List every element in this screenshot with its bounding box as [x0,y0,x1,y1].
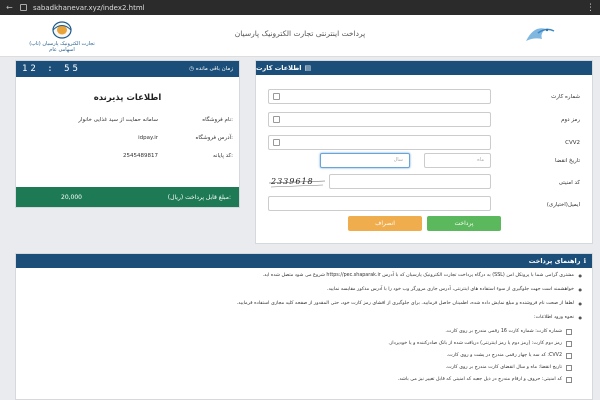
store-name-value: سامانه حمایت از سید غذایی خانوار [78,117,158,123]
logo-text-line2: اسهامی عام [49,47,75,53]
captcha-input[interactable] [329,174,491,189]
card-info-panel: ▤ اطلاعات کارت [255,60,593,244]
email-input[interactable] [268,196,491,211]
card-info-heading: اطلاعات کارت [256,64,302,72]
captcha-text: 2339618 [271,177,314,186]
card-number-label: شماره کارت [551,94,580,100]
page-title: پرداخت اینترنتی تجارت الکترونیک پارسیان [234,29,366,38]
email-label: ایمیل(اختیاری) [546,202,580,208]
cvv2-input[interactable] [268,135,491,150]
shaparak-logo [516,21,562,49]
virtual-keyboard-icon[interactable] [273,116,280,123]
timer-label: ◷ زمان باقی مانده [189,66,233,72]
store-address-value: idpay.ir [138,135,158,141]
guide-item: مشتری گرامی شما با پروتکل امن (SSL) به د… [27,272,582,280]
shaparak-bird-icon [526,28,555,41]
merchant-info-panel: 12 : 55 ◷ زمان باقی مانده اطلاعات پذیرند… [15,60,240,208]
cancel-button[interactable]: انصراف [348,216,422,231]
captcha-label: کد امنیتی [558,180,580,186]
password-label: رمز دوم [561,117,580,123]
card-icon: ▤ [304,64,312,72]
password-input[interactable] [268,112,491,127]
card-icon [566,329,572,335]
store-address-row: آدرس فروشگاه: idpay.ir [23,135,233,145]
card-icon [566,365,572,371]
guide-item: لطفا از صحت نام فروشنده و مبلغ نمایش داد… [27,300,582,308]
expiry-year-placeholder: سال [393,157,403,163]
payment-guide-panel: راهنمای پرداخت ℹ مشتری گرامی شما با پروت… [15,253,593,400]
guide-sub-item: CVV2: کد سه یا چهار رقمی مندرج در پشت و … [27,352,582,360]
guide-item: خواهشمند است جهت جلوگیری از سوء استفاده … [27,286,582,294]
page-header: تجارت الکترونیک پارسیان (تاپ) اسهامی عام… [0,15,600,57]
terminal-label: کد پایانه: [212,153,233,159]
guide-sub-item: رمز دوم کارت: (رمز دوم یا رمز اینترنتی) … [27,340,582,348]
captcha-image: 2339618 [267,176,327,190]
guide-sub-item: کد امنیتی: حروف و ارقام مندرج در ذیل جعب… [27,376,582,384]
countdown-timer: 12 : 55 [22,64,81,74]
virtual-keyboard-icon[interactable] [273,139,280,146]
store-address-label: آدرس فروشگاه: [195,135,233,141]
amount-label: مبلغ قابل پرداخت (ریال): [167,193,231,201]
clock-icon: ◷ [189,66,195,72]
amount-bar: 20,000 مبلغ قابل پرداخت (ریال): [16,187,239,207]
guide-sub-item: تاریخ انقضا: ماه و سال انقضای کارت مندرج… [27,364,582,372]
cvv2-label: CVV2 [565,140,580,146]
browser-menu-icon[interactable]: ⋮ [586,3,595,13]
info-icon: ℹ [583,257,586,265]
guide-list: مشتری گرامی شما با پروتکل امن (SSL) به د… [27,272,582,388]
back-arrow-icon[interactable]: ← [6,3,14,12]
terminal-value: 2545489817 [123,153,158,159]
browser-address-bar[interactable]: ← sabadkhanevar.xyz/index2.html ⋮ [0,0,600,15]
refresh-captcha-icon[interactable] [329,181,333,187]
store-name-row: نام فروشگاه: سامانه حمایت از سید غذایی خ… [23,117,233,127]
card-icon [566,377,572,383]
guide-item: نحوه ورود اطلاعات: [27,314,582,322]
store-name-label: نام فروشگاه: [202,117,233,123]
guide-heading: راهنمای پرداخت [528,257,581,265]
expiry-month-placeholder: ماه [477,157,484,163]
url-text[interactable]: sabadkhanevar.xyz/index2.html [33,4,145,12]
lock-icon [20,4,27,11]
merchant-title: اطلاعات پذیرنده [93,93,162,103]
amount-value: 20,000 [61,193,82,201]
card-number-input[interactable] [268,89,491,104]
pay-button[interactable]: پرداخت [427,216,501,231]
guide-sub-item: شماره کارت: شماره کارت 16 رقمی مندرج بر … [27,328,582,336]
terminal-row: کد پایانه: 2545489817 [23,153,233,163]
expiry-label: تاریخ انقضا [555,158,580,164]
card-icon [566,353,572,359]
expiry-month-input[interactable]: ماه [424,153,491,168]
expiry-year-input[interactable]: سال [320,153,410,168]
card-icon [566,341,572,347]
virtual-keyboard-icon[interactable] [273,93,280,100]
